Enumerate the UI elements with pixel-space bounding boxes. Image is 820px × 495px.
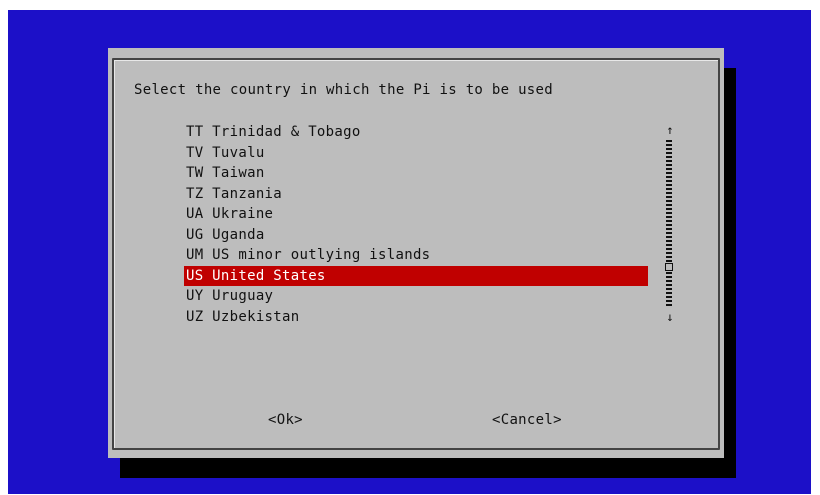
list-item[interactable]: TV Tuvalu [184,143,648,164]
list-item[interactable]: UY Uruguay [184,286,648,307]
list-item[interactable]: UG Uganda [184,225,648,246]
country-select-dialog: Select the country in which the Pi is to… [108,48,724,458]
arrow-up-icon[interactable]: ↑ [662,123,678,137]
arrow-down-icon[interactable]: ↓ [662,310,678,324]
cancel-button[interactable]: <Cancel> [492,412,562,428]
list-item[interactable]: TT Trinidad & Tobago [184,122,648,143]
scroll-track[interactable] [666,140,672,306]
list-item[interactable]: UM US minor outlying islands [184,245,648,266]
list-item[interactable]: UZ Uzbekistan [184,307,648,328]
list-item[interactable]: TW Taiwan [184,163,648,184]
dialog-frame: Select the country in which the Pi is to… [112,58,720,450]
country-list[interactable]: TT Trinidad & Tobago TV Tuvalu TW Taiwan… [184,122,648,327]
dialog-prompt: Select the country in which the Pi is to… [134,82,553,98]
list-item[interactable]: TZ Tanzania [184,184,648,205]
ok-button[interactable]: <Ok> [268,412,303,428]
list-item[interactable]: UA Ukraine [184,204,648,225]
scrollbar[interactable]: ↑ ↓ [662,123,678,324]
list-item-selected[interactable]: US United States [184,265,648,286]
scroll-thumb-icon[interactable] [664,262,674,272]
